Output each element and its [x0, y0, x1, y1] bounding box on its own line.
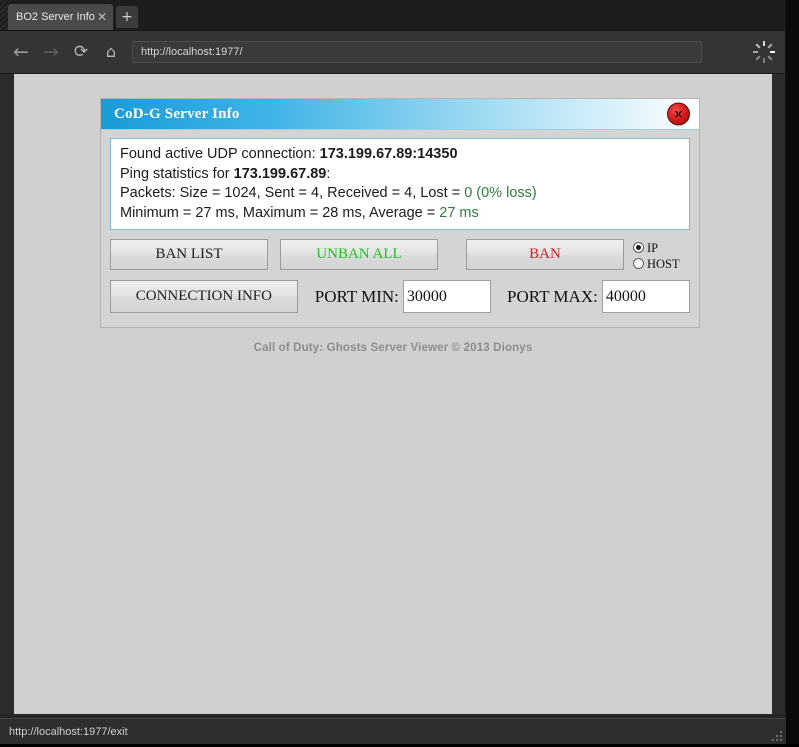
panel-title: CoD-G Server Info — [114, 105, 240, 122]
ban-list-button[interactable]: BAN LIST — [110, 239, 268, 270]
info-line-latency-label: Minimum = 27 ms, Maximum = 28 ms, Averag… — [120, 204, 440, 221]
loading-spinner-icon — [751, 39, 777, 65]
info-line-packets-label: Packets: Size = 1024, Sent = 4, Received… — [120, 185, 465, 201]
browser-window: BO2 Server Info ✕ + ← → ⟳ ⌂ http://local… — [0, 0, 786, 744]
info-line-latency-average: 27 ms — [439, 204, 479, 221]
info-line-ping-label: Ping statistics for — [120, 165, 234, 182]
tab-close-icon[interactable]: ✕ — [95, 11, 109, 23]
home-icon[interactable]: ⌂ — [96, 37, 126, 67]
info-line-packets: Packets: Size = 1024, Sent = 4, Received… — [120, 184, 680, 204]
info-line-latency: Minimum = 27 ms, Maximum = 28 ms, Averag… — [120, 204, 680, 224]
resize-grip-icon[interactable] — [771, 729, 783, 741]
browser-statusbar: http://localhost:1977/exit — [0, 718, 786, 744]
port-min-input[interactable]: 30000 — [402, 280, 492, 313]
statusbar-url: http://localhost:1977/exit — [9, 725, 128, 738]
ban-button[interactable]: BAN — [466, 239, 624, 270]
info-line-ping-value: 173.199.67.89 — [233, 165, 327, 182]
forward-icon[interactable]: → — [36, 37, 66, 67]
port-max-value: 40000 — [605, 287, 646, 305]
port-min-value: 30000 — [406, 287, 447, 305]
panel-controls: BAN LIST UNBAN ALL BAN IP HOST CONNECTIO… — [101, 239, 699, 313]
new-tab-button[interactable]: + — [116, 6, 138, 28]
radio-ip-dot — [633, 242, 644, 253]
browser-tabstrip: BO2 Server Info ✕ + — [0, 0, 785, 31]
page-viewport: CoD-G Server Info ✕ Found active UDP con… — [14, 74, 772, 716]
radio-host-label: HOST — [647, 256, 680, 271]
address-bar[interactable]: http://localhost:1977/ — [132, 41, 702, 63]
info-line-ping-target: Ping statistics for 173.199.67.89: — [120, 165, 680, 185]
page-footer: Call of Duty: Ghosts Server Viewer © 201… — [253, 342, 533, 354]
info-line-packets-loss: 0 (0% loss) — [464, 185, 537, 201]
screen: ✕ BO2 Server Info ✕ + ← → ⟳ ⌂ http://loc… — [0, 0, 799, 744]
connection-info-button[interactable]: CONNECTION INFO — [110, 280, 298, 313]
unban-all-button[interactable]: UNBAN ALL — [280, 239, 438, 270]
back-icon[interactable]: ← — [6, 37, 36, 67]
info-line-connection-value: 173.199.67.89:14350 — [319, 146, 458, 162]
target-type-radio-group: IP HOST — [633, 239, 680, 272]
port-max-label: PORT MAX: — [507, 286, 598, 306]
radio-host-dot — [633, 258, 644, 269]
port-max-input[interactable]: 40000 — [601, 280, 690, 313]
controls-row-1: BAN LIST UNBAN ALL BAN IP HOST — [101, 239, 699, 272]
server-info-panel: CoD-G Server Info ✕ Found active UDP con… — [100, 98, 700, 328]
info-line-connection-label: Found active UDP connection: — [120, 146, 320, 162]
reload-icon[interactable]: ⟳ — [66, 37, 96, 67]
port-min-label: PORT MIN: — [314, 286, 399, 306]
radio-ip-label: IP — [647, 240, 659, 255]
controls-row-2: CONNECTION INFO PORT MIN: 30000 PORT MAX… — [101, 280, 699, 313]
panel-titlebar: CoD-G Server Info ✕ — [101, 99, 699, 130]
browser-tab[interactable]: BO2 Server Info ✕ — [8, 4, 113, 30]
browser-toolbar: ← → ⟳ ⌂ http://localhost:1977/ — [0, 31, 785, 74]
radio-ip[interactable]: IP — [633, 241, 680, 255]
address-bar-text: http://localhost:1977/ — [141, 46, 243, 58]
server-info-box: Found active UDP connection: 173.199.67.… — [110, 138, 690, 230]
radio-host[interactable]: HOST — [633, 257, 680, 271]
info-line-connection: Found active UDP connection: 173.199.67.… — [120, 145, 680, 165]
browser-tab-title: BO2 Server Info — [16, 11, 95, 23]
panel-close-button[interactable]: ✕ — [667, 102, 690, 126]
info-line-ping-suffix: : — [326, 165, 331, 182]
